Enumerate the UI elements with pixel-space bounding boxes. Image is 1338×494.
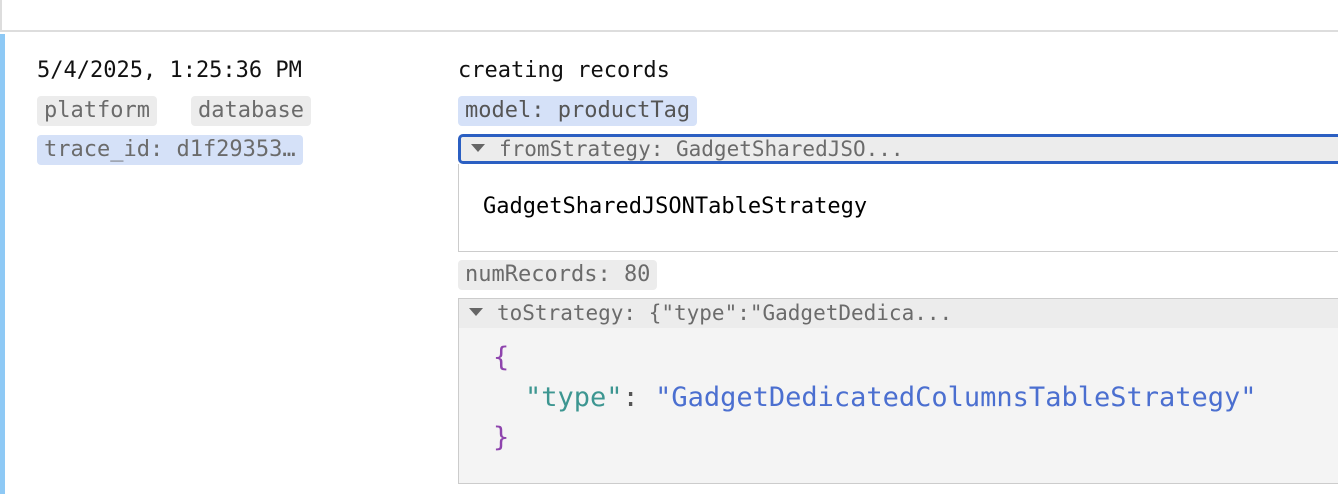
num-records-field[interactable]: numRecords: 80	[458, 260, 658, 290]
json-key: "type"	[525, 382, 623, 413]
log-message: creating records	[458, 58, 670, 83]
json-open-brace: {	[493, 342, 510, 373]
from-strategy-header: fromStrategy: GadgetSharedJSO...	[499, 137, 904, 161]
tag-database[interactable]: database	[191, 96, 311, 126]
tag-platform[interactable]: platform	[37, 96, 157, 126]
from-strategy-value: GadgetSharedJSONTableStrategy	[458, 164, 1338, 252]
to-strategy-toggle[interactable]: toStrategy: {"type":"GadgetDedica...	[458, 298, 1338, 328]
trace-id-badge[interactable]: trace_id: d1f29353…	[37, 135, 303, 165]
from-strategy-field: fromStrategy: GadgetSharedJSO... GadgetS…	[458, 134, 1338, 252]
to-strategy-header: toStrategy: {"type":"GadgetDedica...	[497, 301, 953, 325]
json-close-brace: }	[493, 422, 510, 453]
from-strategy-toggle[interactable]: fromStrategy: GadgetSharedJSO...	[458, 134, 1338, 164]
json-value: "GadgetDedicatedColumnsTableStrategy"	[655, 382, 1257, 413]
model-field[interactable]: model: productTag	[458, 96, 698, 126]
json-colon: :	[622, 382, 656, 413]
log-timestamp: 5/4/2025, 1:25:36 PM	[37, 58, 302, 83]
to-strategy-json: { "type": "GadgetDedicatedColumnsTableSt…	[458, 328, 1338, 484]
to-strategy-field: toStrategy: {"type":"GadgetDedica... { "…	[458, 298, 1338, 484]
top-divider	[0, 0, 1338, 32]
caret-down-icon	[469, 308, 483, 316]
caret-down-icon	[471, 144, 485, 152]
